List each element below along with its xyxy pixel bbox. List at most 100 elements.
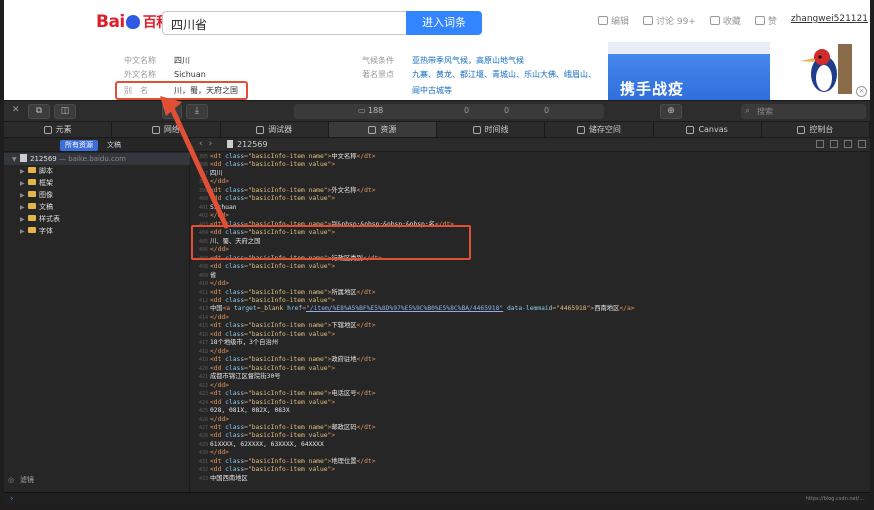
code-token: 中文名称 xyxy=(331,153,357,160)
tree-folder[interactable]: ▶ 脚本 xyxy=(4,165,190,177)
edit-link[interactable]: 编辑 xyxy=(597,14,629,27)
code-token: "basicInfo-item name" xyxy=(247,424,328,431)
devtools-search-input[interactable]: 搜索 xyxy=(741,104,866,119)
code-token: </dt> xyxy=(356,356,376,364)
split-icon[interactable] xyxy=(844,140,852,148)
code-token: class xyxy=(225,330,245,338)
tree-folder[interactable]: ▶ 字体 xyxy=(4,225,190,237)
code-token: href xyxy=(287,305,303,313)
code-token: <dd xyxy=(210,398,226,406)
discuss-link[interactable]: 讨论 99+ xyxy=(642,14,696,27)
ad-text: 携手战疫 xyxy=(620,80,685,98)
code-token: <dt xyxy=(210,424,226,431)
code-token: > xyxy=(331,364,336,372)
line-number: 413 xyxy=(198,306,208,313)
code-line: 429 61XXXX, 62XXXX, 63XXXX, 64XXXX xyxy=(191,441,870,449)
paw-icon xyxy=(125,15,140,29)
reload-icon[interactable]: ↻ xyxy=(162,104,182,119)
code-line: 424 <dd class="basicInfo-item value"> xyxy=(191,399,870,407)
code-token: </dt> xyxy=(356,322,376,330)
info-row: 中文名称 四川 xyxy=(124,56,190,65)
tree-folder[interactable]: ▶ 图像 xyxy=(4,189,190,201)
code-line: 419 <dt class="basicInfo-item name">政府驻地<… xyxy=(191,356,870,364)
tab-canvas[interactable]: Canvas xyxy=(654,122,762,137)
enter-entry-button[interactable]: 进入词条 xyxy=(406,11,482,35)
code-token: 外文名称 xyxy=(331,186,357,194)
all-resources-toggle[interactable]: 所有资源 xyxy=(60,140,98,151)
code-line: 408 <dd class="basicInfo-item value"> xyxy=(191,263,870,271)
resource-tree: ▼ 212569 — baike.baidu.com ▶ 脚本 ▶ 框架 ▶ 图像 ▶ 文… xyxy=(4,153,190,237)
dock-side-icon[interactable]: ◫ xyxy=(54,104,76,119)
tab-debugger[interactable]: 调试器 xyxy=(221,122,329,137)
line-number: 430 xyxy=(198,450,208,457)
tab-elements[interactable]: 元素 xyxy=(4,122,113,137)
code-token: "basicInfo-item value" xyxy=(247,195,332,203)
tab-timeline[interactable]: 时间线 xyxy=(437,122,546,137)
code-token: 地理位置 xyxy=(331,457,357,465)
network-icon xyxy=(151,125,160,134)
username-link[interactable]: zhangwei521121 xyxy=(791,14,868,27)
tab-storage[interactable]: 储存空间 xyxy=(545,122,654,137)
code-token: "basicInfo-item value" xyxy=(247,330,332,338)
code-line: 433 中国西南地区 xyxy=(191,475,870,483)
baidu-logo[interactable]: Bai 百科 xyxy=(96,12,170,32)
reveal-icon[interactable] xyxy=(830,140,838,148)
tab-resources[interactable]: 资源 xyxy=(328,122,437,137)
code-token: class xyxy=(225,195,245,203)
line-number: 425 xyxy=(198,408,208,415)
logo-text: Bai xyxy=(96,12,125,32)
info-row: 著名景点 九寨、黄龙、都江堰、青城山、乐山大佛、峨眉山、 xyxy=(362,70,596,79)
close-icon[interactable]: × xyxy=(856,86,867,97)
format-icon[interactable] xyxy=(816,140,824,148)
elements-icon xyxy=(43,125,52,134)
tree-root[interactable]: ▼ 212569 — baike.baidu.com xyxy=(4,153,190,165)
code-token: </dd> xyxy=(210,313,229,321)
code-token: "basicInfo-item name" xyxy=(247,390,328,398)
code-token: <dd xyxy=(210,330,226,338)
line-number: 433 xyxy=(198,475,208,482)
debugger-icon xyxy=(256,125,265,134)
line-number: 423 xyxy=(198,391,208,398)
close-devtools-icon[interactable]: ✕ xyxy=(12,105,20,115)
code-token: <dt xyxy=(210,186,226,194)
folder-icon xyxy=(28,179,36,185)
console-prompt[interactable]: › https://blog.csdn.net/... xyxy=(4,492,870,506)
info-row: 阆中古城等 xyxy=(412,86,452,95)
tab-network[interactable]: 网络 xyxy=(112,122,221,137)
folder-icon xyxy=(28,227,36,233)
favorite-link[interactable]: 收藏 xyxy=(709,14,741,27)
line-number: 417 xyxy=(198,340,208,347)
tree-folder[interactable]: ▶ 样式表 xyxy=(4,213,190,225)
code-token: "basicInfo-item name" xyxy=(247,322,328,330)
filter-input[interactable]: 滤镜 xyxy=(8,474,184,486)
undock-icon[interactable]: ⧉ xyxy=(28,104,50,119)
code-token: 邮政区码 xyxy=(331,424,357,431)
code-token: 中国西南地区 xyxy=(210,474,248,482)
canvas-icon xyxy=(686,125,695,134)
line-number: 395 xyxy=(198,154,208,160)
sidebar-toggle-icon[interactable] xyxy=(858,140,866,148)
code-line: 427 <dt class="basicInfo-item name">邮政区码<… xyxy=(191,424,870,432)
code-token: <dt xyxy=(210,288,226,296)
code-token: > xyxy=(331,195,336,203)
ad-banner[interactable]: 携手战疫 xyxy=(608,42,770,100)
tree-folder[interactable]: ▶ 框架 xyxy=(4,177,190,189)
code-token: </dd> xyxy=(210,178,229,186)
code-token: > xyxy=(331,330,336,338)
crosshair-icon[interactable]: ⊕ xyxy=(660,104,682,119)
source-code-view[interactable]: 395 <dt class="basicInfo-item name">中文名称<… xyxy=(191,153,870,492)
code-token: 下辖地区 xyxy=(331,322,357,330)
like-link[interactable]: 赞 xyxy=(754,14,777,27)
code-token: 中国 xyxy=(210,305,223,313)
line-number: 429 xyxy=(198,441,208,448)
code-token: </dt> xyxy=(356,288,376,296)
code-line: 415 <dt class="basicInfo-item name">下辖地区<… xyxy=(191,322,870,330)
nav-arrows-icon[interactable]: ‹› xyxy=(199,139,218,149)
code-token: "basicInfo-item value" xyxy=(247,161,332,169)
tree-folder[interactable]: ▶ 文稿 xyxy=(4,201,190,213)
search-input[interactable]: 四川省 xyxy=(162,11,406,35)
documents-toggle[interactable]: 文稿 xyxy=(102,140,126,151)
folder-icon xyxy=(28,167,36,173)
tab-console[interactable]: 控制台 xyxy=(762,122,870,137)
download-icon[interactable]: ⤓ xyxy=(186,104,208,119)
